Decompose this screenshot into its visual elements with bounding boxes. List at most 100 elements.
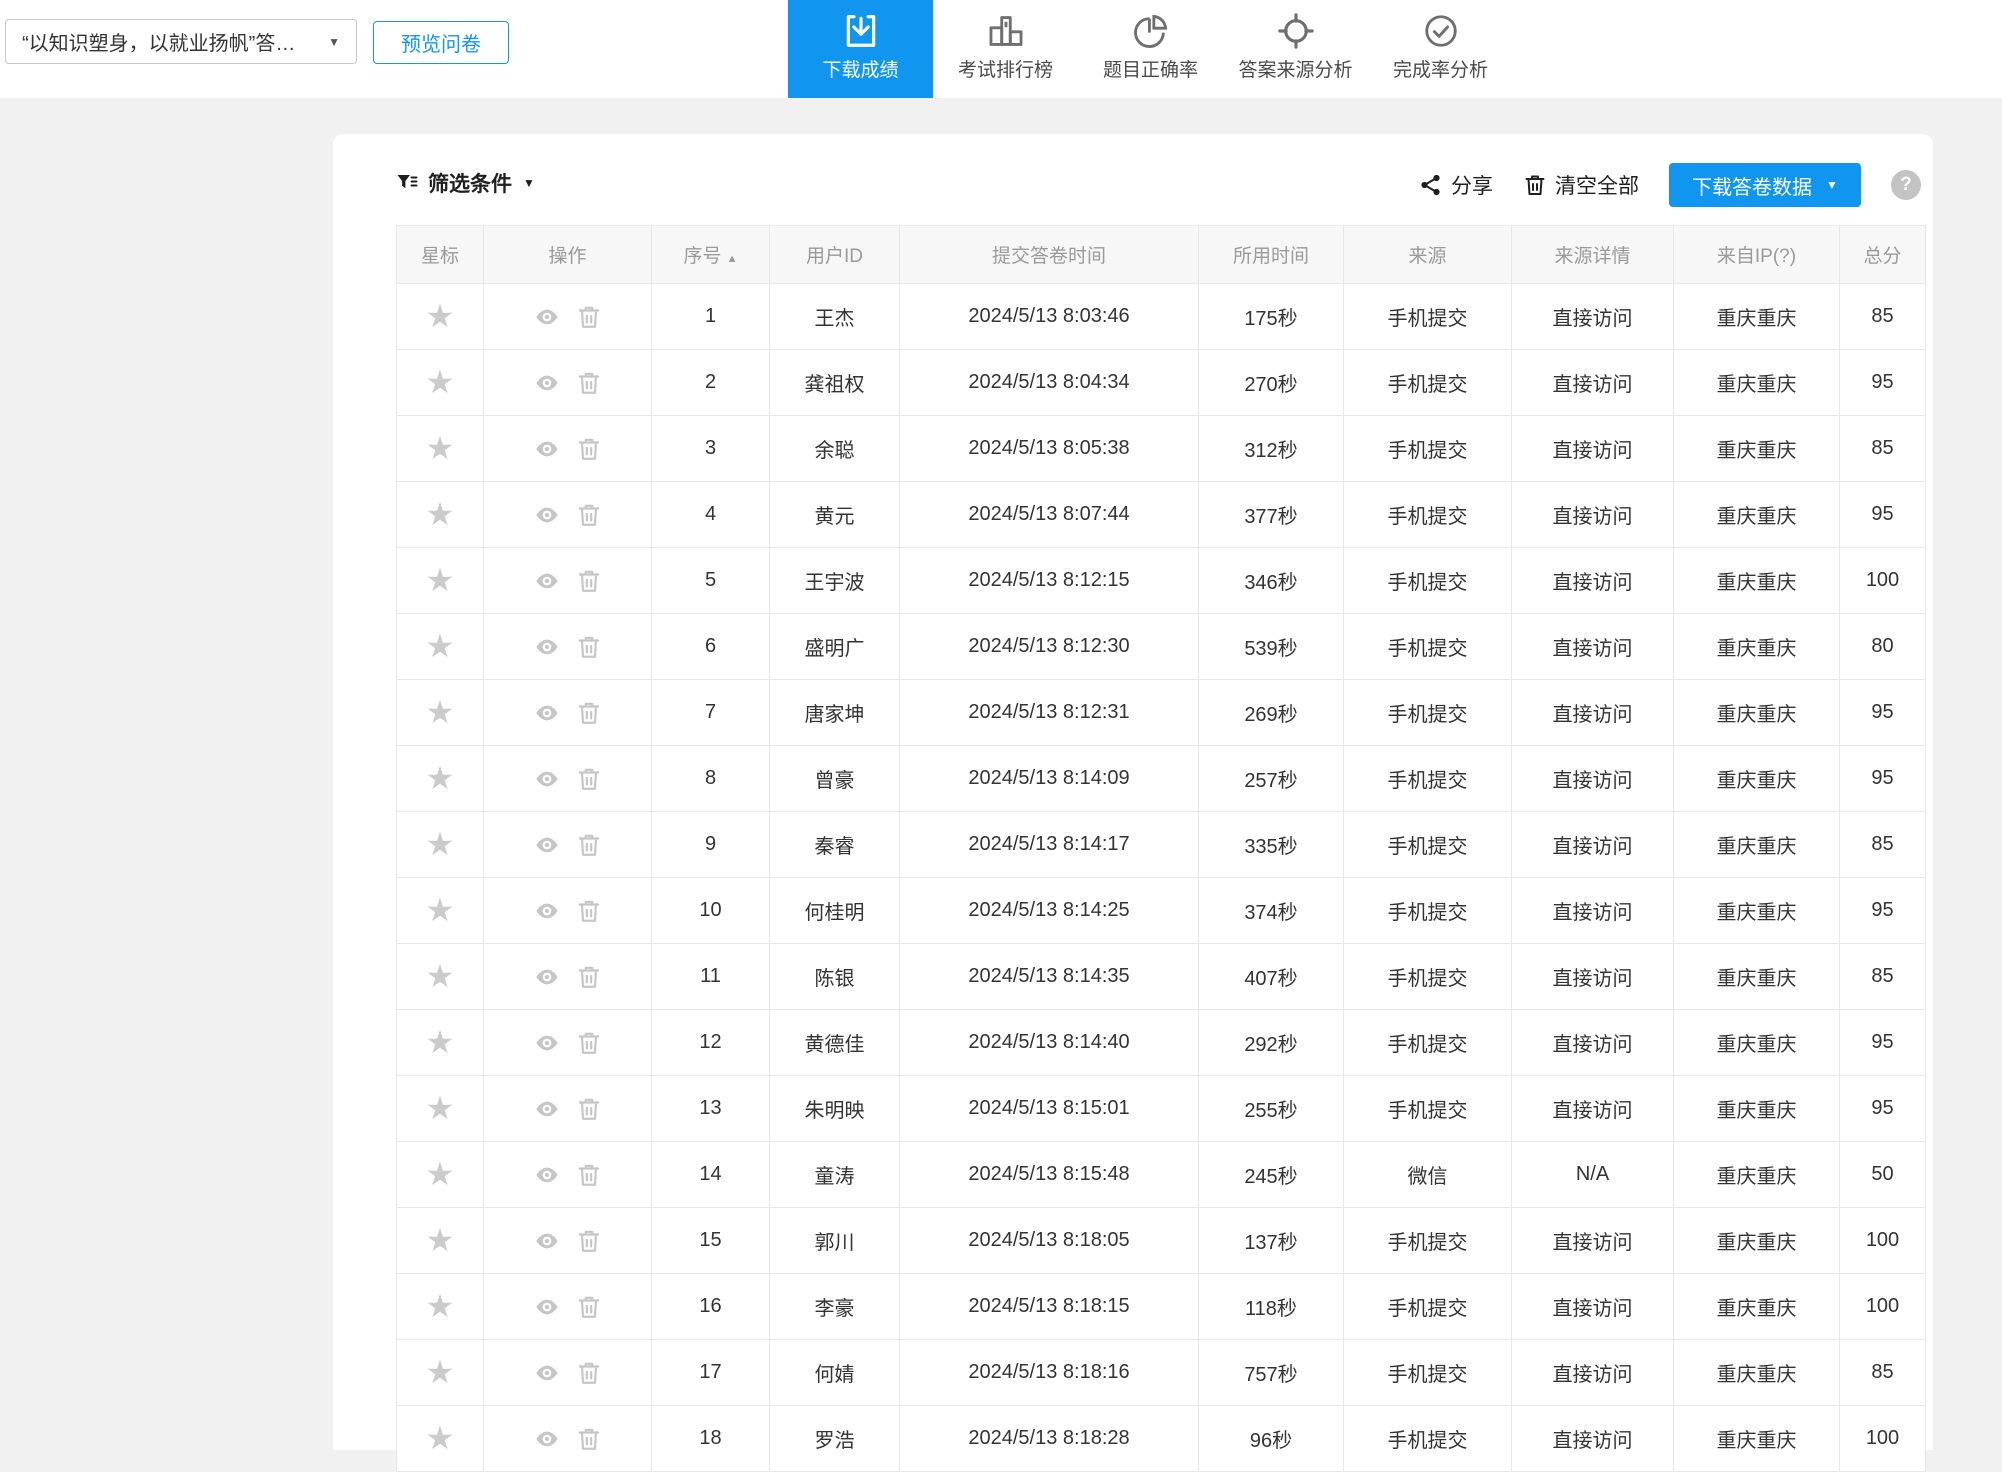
delete-answer-trash-icon[interactable] xyxy=(576,898,602,924)
chevron-down-icon: ▼ xyxy=(328,36,340,48)
column-header: 来自IP(?) xyxy=(1674,226,1840,284)
actions-cell xyxy=(484,944,652,1010)
view-answer-eye-icon[interactable] xyxy=(534,502,560,528)
view-answer-eye-icon[interactable] xyxy=(534,898,560,924)
star-cell: ★ xyxy=(397,1340,484,1406)
table-row: ★4黄元2024/5/13 8:07:44377秒手机提交直接访问重庆重庆95 xyxy=(397,482,1926,548)
view-answer-eye-icon[interactable] xyxy=(534,1426,560,1452)
tab-target[interactable]: 答案来源分析 xyxy=(1223,0,1368,98)
source-detail-cell: 直接访问 xyxy=(1512,284,1674,350)
view-answer-eye-icon[interactable] xyxy=(534,1096,560,1122)
star-icon[interactable]: ★ xyxy=(426,1356,455,1388)
delete-answer-trash-icon[interactable] xyxy=(576,1360,602,1386)
view-answer-eye-icon[interactable] xyxy=(534,700,560,726)
delete-answer-trash-icon[interactable] xyxy=(576,964,602,990)
star-cell: ★ xyxy=(397,416,484,482)
star-icon[interactable]: ★ xyxy=(426,432,455,464)
duration-cell: 539秒 xyxy=(1199,614,1344,680)
share-button[interactable]: 分享 xyxy=(1419,170,1493,200)
view-answer-eye-icon[interactable] xyxy=(534,766,560,792)
delete-answer-trash-icon[interactable] xyxy=(576,1162,602,1188)
star-icon[interactable]: ★ xyxy=(426,1290,455,1322)
star-icon[interactable]: ★ xyxy=(426,1158,455,1190)
star-icon[interactable]: ★ xyxy=(426,1422,455,1454)
duration-cell: 335秒 xyxy=(1199,812,1344,878)
help-icon[interactable]: ? xyxy=(1891,170,1921,200)
source-cell: 手机提交 xyxy=(1344,1274,1512,1340)
tab-download[interactable]: 下载成绩 xyxy=(788,0,933,98)
delete-answer-trash-icon[interactable] xyxy=(576,1228,602,1254)
ip-location-cell: 重庆重庆 xyxy=(1674,548,1840,614)
submit-time-cell: 2024/5/13 8:15:01 xyxy=(900,1076,1199,1142)
star-icon[interactable]: ★ xyxy=(426,630,455,662)
preview-questionnaire-button[interactable]: 预览问卷 xyxy=(373,21,509,64)
serial-number-cell: 12 xyxy=(652,1010,770,1076)
star-icon[interactable]: ★ xyxy=(426,366,455,398)
delete-answer-trash-icon[interactable] xyxy=(576,832,602,858)
star-icon[interactable]: ★ xyxy=(426,696,455,728)
star-icon[interactable]: ★ xyxy=(426,828,455,860)
star-icon[interactable]: ★ xyxy=(426,564,455,596)
delete-answer-trash-icon[interactable] xyxy=(576,370,602,396)
clear-all-button[interactable]: 清空全部 xyxy=(1523,170,1639,200)
view-answer-eye-icon[interactable] xyxy=(534,436,560,462)
tab-ranking[interactable]: 考试排行榜 xyxy=(933,0,1078,98)
target-icon xyxy=(1277,12,1315,50)
view-answer-eye-icon[interactable] xyxy=(534,568,560,594)
delete-answer-trash-icon[interactable] xyxy=(576,304,602,330)
star-icon[interactable]: ★ xyxy=(426,1092,455,1124)
tab-label: 答案来源分析 xyxy=(1238,55,1352,82)
column-header[interactable]: 序号▲ xyxy=(652,226,770,284)
star-cell: ★ xyxy=(397,350,484,416)
actions-cell xyxy=(484,350,652,416)
delete-answer-trash-icon[interactable] xyxy=(576,1096,602,1122)
star-icon[interactable]: ★ xyxy=(426,960,455,992)
delete-answer-trash-icon[interactable] xyxy=(576,436,602,462)
delete-answer-trash-icon[interactable] xyxy=(576,1030,602,1056)
source-detail-cell: 直接访问 xyxy=(1512,350,1674,416)
actions-cell xyxy=(484,1274,652,1340)
table-toolbar: 分享 清空全部 下载答卷数据 ▼ ? xyxy=(1419,163,1921,207)
view-answer-eye-icon[interactable] xyxy=(534,1294,560,1320)
star-icon[interactable]: ★ xyxy=(426,894,455,926)
delete-answer-trash-icon[interactable] xyxy=(576,766,602,792)
tab-pie[interactable]: 题目正确率 xyxy=(1078,0,1223,98)
delete-answer-trash-icon[interactable] xyxy=(576,700,602,726)
filter-conditions-toggle[interactable]: 筛选条件 ▼ xyxy=(395,168,535,198)
submit-time-cell: 2024/5/13 8:04:34 xyxy=(900,350,1199,416)
download-answers-button[interactable]: 下载答卷数据 ▼ xyxy=(1669,163,1861,207)
source-detail-cell: 直接访问 xyxy=(1512,1340,1674,1406)
delete-answer-trash-icon[interactable] xyxy=(576,634,602,660)
tab-check-circle[interactable]: 完成率分析 xyxy=(1368,0,1513,98)
share-icon xyxy=(1419,173,1443,197)
serial-number-cell: 13 xyxy=(652,1076,770,1142)
star-icon[interactable]: ★ xyxy=(426,1026,455,1058)
source-cell: 手机提交 xyxy=(1344,1406,1512,1472)
view-answer-eye-icon[interactable] xyxy=(534,304,560,330)
view-answer-eye-icon[interactable] xyxy=(534,1162,560,1188)
delete-answer-trash-icon[interactable] xyxy=(576,502,602,528)
star-icon[interactable]: ★ xyxy=(426,498,455,530)
view-answer-eye-icon[interactable] xyxy=(534,1360,560,1386)
view-answer-eye-icon[interactable] xyxy=(534,1228,560,1254)
star-icon[interactable]: ★ xyxy=(426,1224,455,1256)
delete-answer-trash-icon[interactable] xyxy=(576,568,602,594)
view-answer-eye-icon[interactable] xyxy=(534,634,560,660)
delete-answer-trash-icon[interactable] xyxy=(576,1294,602,1320)
sort-ascending-icon: ▲ xyxy=(727,253,738,265)
view-answer-eye-icon[interactable] xyxy=(534,832,560,858)
view-answer-eye-icon[interactable] xyxy=(534,1030,560,1056)
source-cell: 手机提交 xyxy=(1344,1208,1512,1274)
view-answer-eye-icon[interactable] xyxy=(534,964,560,990)
delete-answer-trash-icon[interactable] xyxy=(576,1426,602,1452)
actions-cell xyxy=(484,1406,652,1472)
submit-time-cell: 2024/5/13 8:03:46 xyxy=(900,284,1199,350)
star-icon[interactable]: ★ xyxy=(426,300,455,332)
view-answer-eye-icon[interactable] xyxy=(534,370,560,396)
star-icon[interactable]: ★ xyxy=(426,762,455,794)
survey-selector-dropdown[interactable]: “以知识塑身，以就业扬帆”答… ▼ xyxy=(5,19,357,64)
user-id-cell: 曾豪 xyxy=(770,746,900,812)
total-score-cell: 85 xyxy=(1840,284,1926,350)
user-id-cell: 秦睿 xyxy=(770,812,900,878)
star-cell: ★ xyxy=(397,1406,484,1472)
